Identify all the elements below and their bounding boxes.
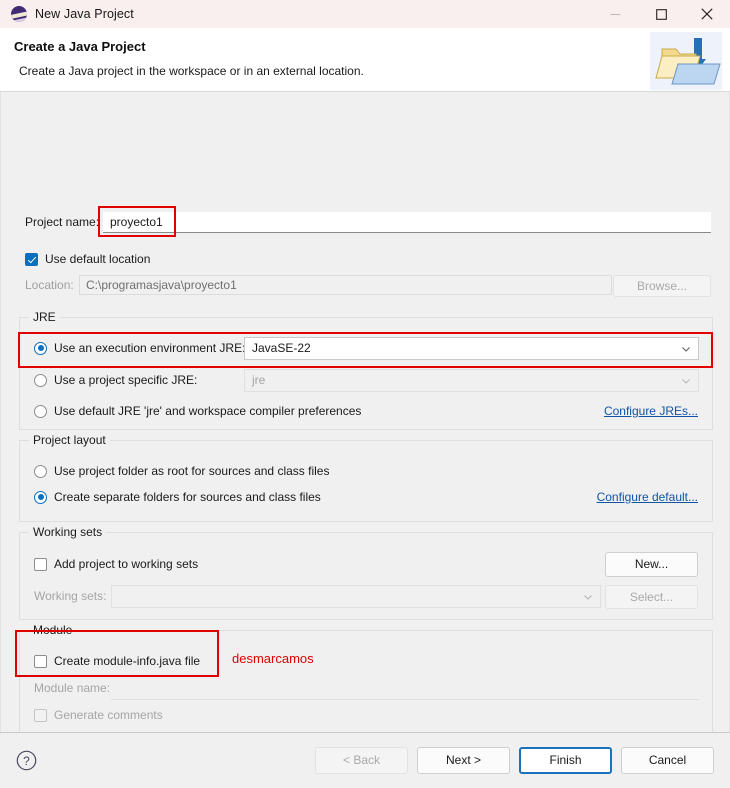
- create-module-info-label: Create module-info.java file: [54, 654, 201, 668]
- project-name-row: Project name:: [25, 211, 711, 233]
- footer-buttons: < Back Next > Finish Cancel: [315, 747, 714, 774]
- project-specific-jre-combo: jre: [244, 369, 699, 392]
- module-name-input: [111, 677, 699, 700]
- generate-comments-checkbox: Generate comments: [34, 708, 163, 722]
- jre-group-title: JRE: [29, 310, 60, 324]
- radio-project-specific-jre-label: Use a project specific JRE:: [54, 373, 198, 387]
- location-label: Location:: [25, 278, 74, 292]
- radio-icon: [34, 490, 47, 504]
- project-layout-group-title: Project layout: [29, 433, 110, 447]
- eclipse-icon: [11, 6, 27, 22]
- wizard-header: Create a Java Project Create a Java proj…: [0, 28, 730, 92]
- working-sets-label-row: Working sets:: [34, 589, 106, 603]
- configure-jres-link[interactable]: Configure JREs...: [604, 404, 698, 418]
- back-button: < Back: [315, 747, 408, 774]
- execution-environment-combo[interactable]: JavaSE-22: [244, 337, 699, 360]
- radio-icon: [34, 373, 47, 387]
- use-default-location-label: Use default location: [45, 252, 151, 266]
- radio-default-jre[interactable]: Use default JRE 'jre' and workspace comp…: [34, 404, 361, 418]
- dialog-footer: ? < Back Next > Finish Cancel: [0, 732, 730, 788]
- module-group-title: Module: [29, 623, 77, 637]
- java-project-folder-icon: [650, 32, 722, 90]
- add-project-to-working-sets-checkbox[interactable]: Add project to working sets: [34, 557, 198, 571]
- radio-project-folder-root-label: Use project folder as root for sources a…: [54, 464, 330, 478]
- generate-comments-label: Generate comments: [54, 708, 163, 722]
- dialog-body: Project name: Use default location Locat…: [0, 92, 730, 736]
- annotation-note: desmarcamos: [232, 651, 314, 666]
- checkbox-icon: [34, 654, 47, 668]
- project-specific-jre-value: jre: [252, 373, 266, 387]
- jre-group: JRE Use an execution environment JRE: Ja…: [19, 310, 713, 430]
- svg-text:?: ?: [23, 754, 30, 768]
- browse-button: Browse...: [613, 275, 711, 297]
- cancel-button[interactable]: Cancel: [621, 747, 714, 774]
- page-description: Create a Java project in the workspace o…: [19, 64, 364, 78]
- add-project-to-working-sets-label: Add project to working sets: [54, 557, 199, 571]
- title-bar: New Java Project: [0, 0, 730, 28]
- project-name-input[interactable]: [103, 211, 711, 233]
- maximize-icon[interactable]: [638, 0, 684, 28]
- working-sets-group-title: Working sets: [29, 525, 107, 539]
- window-title: New Java Project: [35, 7, 134, 21]
- checkbox-icon: [25, 252, 38, 266]
- radio-icon: [34, 464, 47, 478]
- radio-icon: [34, 341, 47, 355]
- chevron-down-icon: [682, 378, 690, 384]
- checkbox-icon: [34, 557, 47, 571]
- module-name-label-row: Module name:: [34, 681, 110, 695]
- radio-icon: [34, 404, 47, 418]
- next-button[interactable]: Next >: [417, 747, 510, 774]
- working-sets-label: Working sets:: [34, 589, 107, 603]
- radio-separate-folders-label: Create separate folders for sources and …: [54, 490, 321, 504]
- execution-environment-value: JavaSE-22: [252, 341, 311, 355]
- project-name-label: Project name:: [25, 215, 100, 229]
- chevron-down-icon: [682, 346, 690, 352]
- close-icon[interactable]: [684, 0, 730, 28]
- radio-project-folder-root[interactable]: Use project folder as root for sources a…: [34, 464, 329, 478]
- module-group: Module Create module-info.java file Modu…: [19, 623, 713, 736]
- minimize-icon[interactable]: [592, 0, 638, 28]
- finish-button[interactable]: Finish: [519, 747, 612, 774]
- working-sets-group: Working sets Add project to working sets…: [19, 525, 713, 620]
- module-name-label: Module name:: [34, 681, 111, 695]
- radio-default-jre-label: Use default JRE 'jre' and workspace comp…: [54, 404, 362, 418]
- select-working-set-button: Select...: [605, 585, 698, 609]
- create-module-info-checkbox[interactable]: Create module-info.java file: [34, 654, 200, 668]
- page-title: Create a Java Project: [14, 39, 146, 54]
- checkbox-icon: [34, 708, 47, 722]
- radio-project-specific-jre[interactable]: Use a project specific JRE:: [34, 373, 197, 387]
- window-controls: [592, 0, 730, 28]
- radio-execution-environment-jre[interactable]: Use an execution environment JRE:: [34, 341, 245, 355]
- location-input: C:\programasjava\proyecto1: [79, 275, 612, 295]
- radio-separate-folders[interactable]: Create separate folders for sources and …: [34, 490, 321, 504]
- radio-execution-environment-jre-label: Use an execution environment JRE:: [54, 341, 246, 355]
- working-sets-combo: [111, 585, 601, 608]
- configure-default-link[interactable]: Configure default...: [597, 490, 698, 504]
- help-icon[interactable]: ?: [16, 750, 37, 771]
- use-default-location-checkbox[interactable]: Use default location: [25, 252, 150, 266]
- project-layout-group: Project layout Use project folder as roo…: [19, 433, 713, 522]
- new-working-set-button[interactable]: New...: [605, 552, 698, 577]
- location-row: Location: C:\programasjava\proyecto1 Bro…: [25, 275, 711, 297]
- new-java-project-dialog: New Java Project Create a Java Project C…: [0, 0, 730, 788]
- chevron-down-icon: [584, 594, 592, 600]
